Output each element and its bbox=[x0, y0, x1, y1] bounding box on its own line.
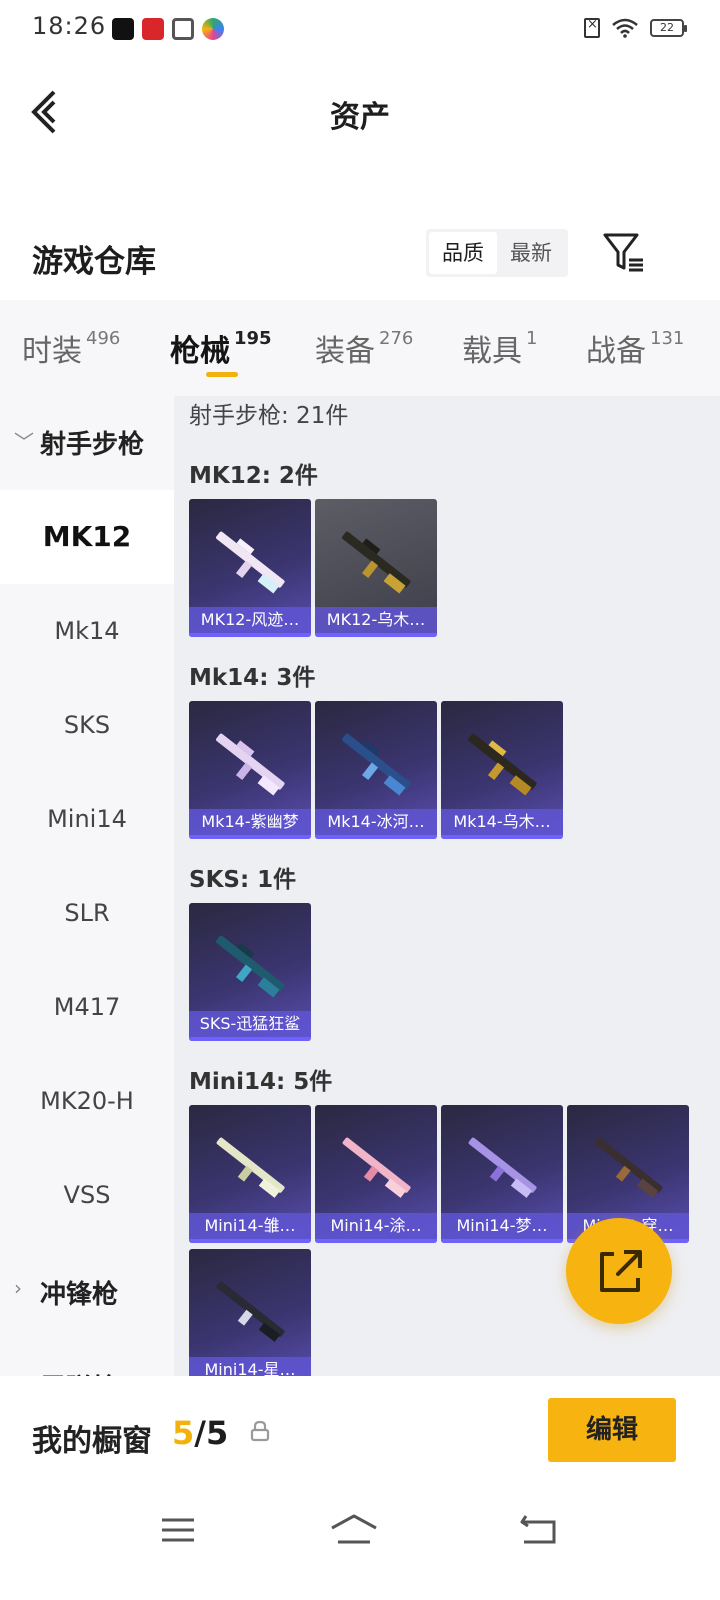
rifle-skin-image bbox=[468, 1137, 537, 1198]
rifle-skin-image bbox=[342, 733, 411, 796]
status-app-icons bbox=[112, 18, 224, 40]
sidebar-item-slr[interactable]: SLR bbox=[0, 866, 174, 960]
wallet-icon bbox=[172, 18, 194, 40]
chevron-down-icon: ﹀ bbox=[14, 430, 34, 454]
share-external-icon bbox=[600, 1250, 642, 1292]
weapon-card[interactable]: Mini14-梦… bbox=[441, 1105, 563, 1243]
home-icon[interactable] bbox=[324, 1510, 384, 1550]
rifle-skin-image bbox=[216, 935, 285, 998]
status-bar: 18:26 22 bbox=[0, 0, 720, 58]
sort-newest-option[interactable]: 最新 bbox=[497, 232, 565, 274]
weapon-card[interactable]: SKS-迅猛狂鲨 bbox=[189, 903, 311, 1041]
colorful-app-icon bbox=[202, 18, 224, 40]
rifle-skin-image bbox=[342, 1137, 411, 1198]
wifi-icon bbox=[612, 18, 638, 38]
lock-icon bbox=[250, 1420, 270, 1442]
sort-quality-option[interactable]: 品质 bbox=[429, 232, 497, 274]
tab-equipment[interactable]: 装备 276 bbox=[315, 326, 413, 370]
warehouse-title: 游戏仓库 bbox=[32, 244, 156, 280]
no-sim-icon bbox=[584, 17, 600, 38]
sidebar-item-vss[interactable]: VSS bbox=[0, 1148, 174, 1242]
tab-count: 276 bbox=[379, 328, 414, 349]
sidebar-item-mk14[interactable]: Mk14 bbox=[0, 584, 174, 678]
tab-count: 195 bbox=[234, 328, 272, 349]
sidebar-item-mk20h[interactable]: MK20-H bbox=[0, 1054, 174, 1148]
tab-vehicles[interactable]: 载具 1 bbox=[462, 326, 537, 370]
sidebar-item-sks[interactable]: SKS bbox=[0, 678, 174, 772]
tab-weapons[interactable]: 枪械 195 bbox=[170, 326, 272, 370]
weapon-card[interactable]: Mini14-星… bbox=[189, 1249, 311, 1376]
status-indicators: 22 bbox=[584, 17, 687, 38]
section-title-mini14: Mini14: 5件 bbox=[189, 1069, 333, 1095]
rifle-skin-image bbox=[342, 531, 411, 594]
tab-supplies[interactable]: 战备 131 bbox=[586, 326, 684, 370]
category-summary: 射手步枪: 21件 bbox=[189, 403, 349, 429]
rifle-skin-image bbox=[468, 733, 537, 796]
weapon-card[interactable]: Mini14-雏… bbox=[189, 1105, 311, 1243]
sort-toggle: 品质 最新 bbox=[426, 229, 568, 277]
tab-count: 496 bbox=[86, 328, 121, 349]
rifle-skin-image bbox=[594, 1137, 663, 1198]
filter-list-icon bbox=[603, 233, 643, 272]
weapon-card[interactable]: Mk14-紫幽梦 bbox=[189, 701, 311, 839]
filter-button[interactable] bbox=[602, 232, 646, 274]
sidebar-category-shotgun[interactable]: › 霰弹枪 bbox=[0, 1356, 174, 1376]
weapon-type-sidebar: ﹀ 射手步枪 MK12 Mk14 SKS Mini14 SLR M417 MK2… bbox=[0, 396, 174, 1376]
sidebar-category-dmr[interactable]: ﹀ 射手步枪 bbox=[0, 412, 174, 472]
tab-count: 1 bbox=[526, 328, 538, 349]
weapon-card[interactable]: MK12-风迹… bbox=[189, 499, 311, 637]
weapon-card[interactable]: Mk14-冰河… bbox=[315, 701, 437, 839]
category-tabs: 时装 496 枪械 195 装备 276 载具 1 战备 131 bbox=[0, 300, 720, 396]
tmall-icon bbox=[142, 18, 164, 40]
active-tab-indicator bbox=[206, 372, 238, 377]
system-nav-bar bbox=[0, 1490, 720, 1600]
menu-icon[interactable] bbox=[148, 1510, 208, 1550]
weapon-card[interactable]: Mk14-乌木… bbox=[441, 701, 563, 839]
chevron-right-icon: › bbox=[14, 1276, 22, 1300]
share-button[interactable] bbox=[566, 1218, 672, 1324]
back-icon[interactable] bbox=[508, 1510, 568, 1550]
rifle-skin-image bbox=[216, 1137, 285, 1198]
sidebar-item-mk12[interactable]: MK12 bbox=[0, 490, 174, 584]
rifle-skin-image bbox=[216, 1281, 285, 1342]
weapon-card[interactable]: Mini14-涂… bbox=[315, 1105, 437, 1243]
showcase-count: 5/5 bbox=[172, 1414, 229, 1452]
sidebar-item-mini14[interactable]: Mini14 bbox=[0, 772, 174, 866]
sidebar-item-m417[interactable]: M417 bbox=[0, 960, 174, 1054]
section-title-mk14: Mk14: 3件 bbox=[189, 665, 316, 691]
battery-icon: 22 bbox=[650, 19, 687, 37]
edit-button[interactable]: 编辑 bbox=[548, 1398, 676, 1462]
tiktok-icon bbox=[112, 18, 134, 40]
section-title-mk12: MK12: 2件 bbox=[189, 463, 318, 489]
weapon-card[interactable]: MK12-乌木… bbox=[315, 499, 437, 637]
tab-outfits[interactable]: 时装 496 bbox=[22, 326, 120, 370]
showcase-bar: 我的橱窗 5/5 编辑 bbox=[0, 1376, 720, 1490]
header: 资产 bbox=[0, 70, 720, 154]
section-title-sks: SKS: 1件 bbox=[189, 867, 297, 893]
showcase-label: 我的橱窗 bbox=[32, 1424, 152, 1459]
status-time: 18:26 bbox=[32, 12, 107, 40]
sidebar-category-smg[interactable]: › 冲锋枪 bbox=[0, 1262, 174, 1322]
tab-count: 131 bbox=[650, 328, 685, 349]
rifle-skin-image bbox=[216, 531, 285, 594]
rifle-skin-image bbox=[216, 733, 285, 796]
page-title: 资产 bbox=[330, 100, 390, 135]
